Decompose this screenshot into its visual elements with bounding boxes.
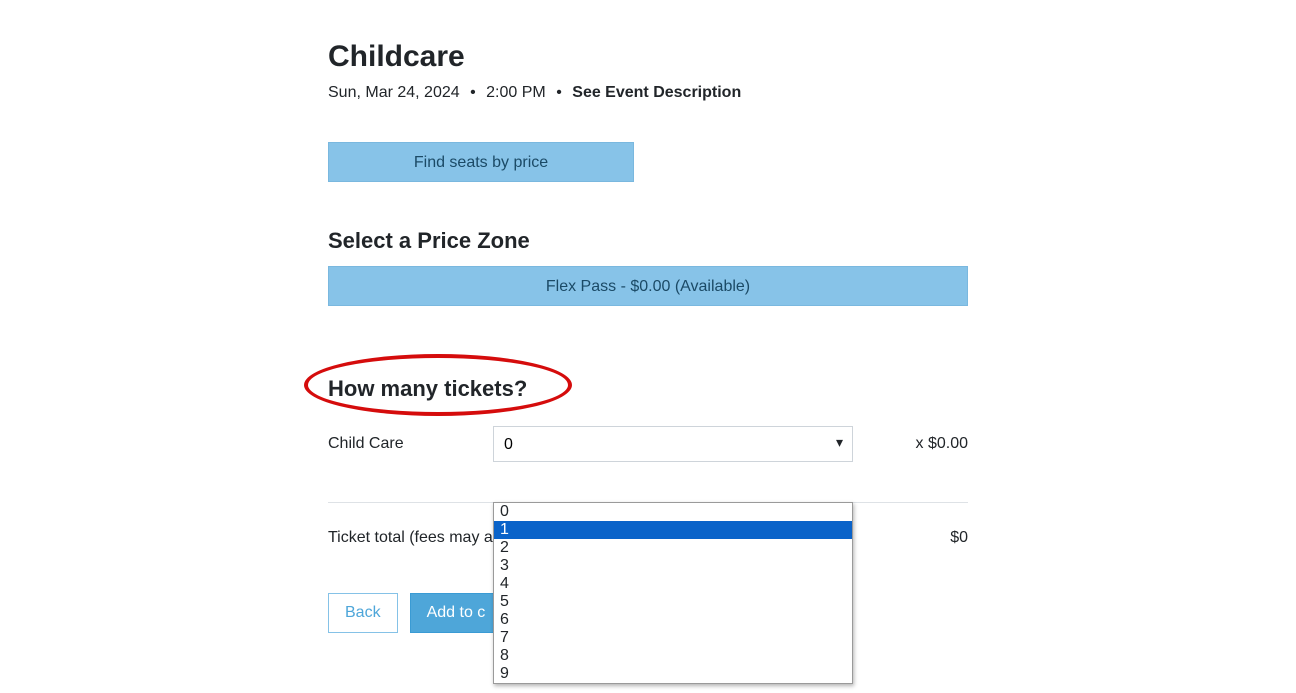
unit-price: x $0.00 (853, 435, 968, 453)
add-to-cart-button[interactable]: Add to c (410, 593, 503, 633)
price-zone-option[interactable]: Flex Pass - $0.00 (Available) (328, 266, 968, 306)
back-button[interactable]: Back (328, 593, 398, 633)
quantity-select[interactable]: 0 (493, 426, 853, 462)
tickets-heading: How many tickets? (328, 376, 527, 402)
dot-separator: • (556, 84, 562, 101)
total-label: Ticket total (fees may a (328, 529, 493, 547)
quantity-dropdown-open[interactable]: 0123456789 (493, 502, 853, 684)
dropdown-option[interactable]: 3 (494, 557, 852, 575)
event-title: Childcare (328, 40, 968, 74)
dot-separator: • (470, 84, 476, 101)
price-zone-heading: Select a Price Zone (328, 228, 968, 254)
dropdown-option[interactable]: 0 (494, 503, 852, 521)
dropdown-option[interactable]: 4 (494, 575, 852, 593)
event-time: 2:00 PM (486, 84, 546, 101)
dropdown-option[interactable]: 9 (494, 665, 852, 683)
find-seats-button[interactable]: Find seats by price (328, 142, 634, 182)
ticket-type-label: Child Care (328, 435, 493, 453)
dropdown-option[interactable]: 5 (494, 593, 852, 611)
dropdown-option[interactable]: 6 (494, 611, 852, 629)
dropdown-option[interactable]: 8 (494, 647, 852, 665)
event-date: Sun, Mar 24, 2024 (328, 84, 460, 101)
total-value: $0 (950, 529, 968, 547)
dropdown-option[interactable]: 7 (494, 629, 852, 647)
dropdown-option[interactable]: 1 (494, 521, 852, 539)
ticket-row: Child Care 0 x $0.00 (328, 426, 968, 462)
event-meta: Sun, Mar 24, 2024 • 2:00 PM • See Event … (328, 84, 968, 102)
event-description-link[interactable]: See Event Description (572, 84, 741, 101)
dropdown-option[interactable]: 2 (494, 539, 852, 557)
